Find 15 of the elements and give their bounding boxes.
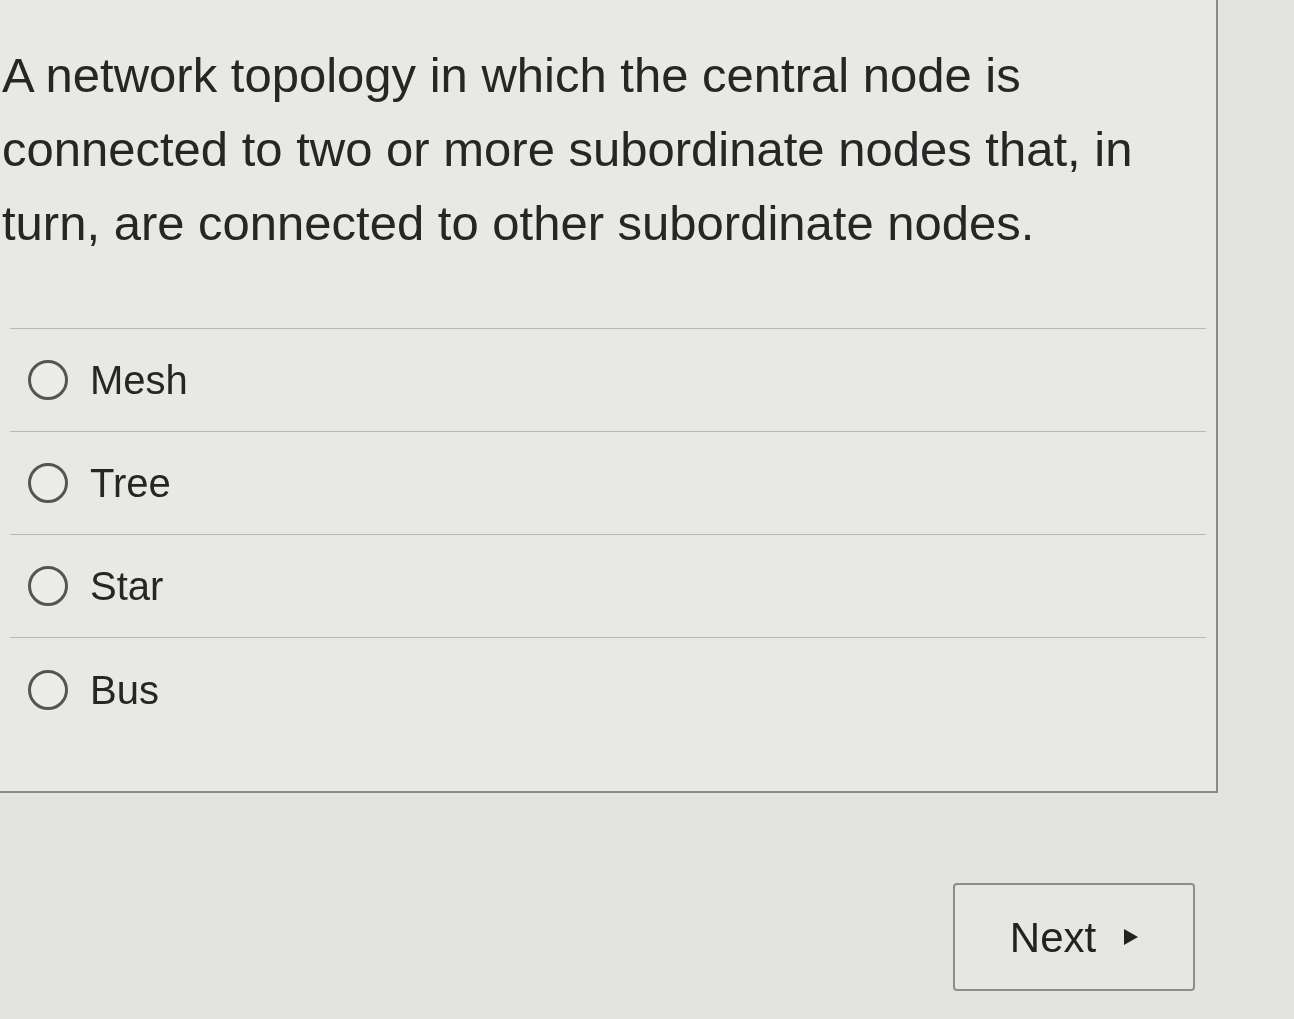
- option-label: Mesh: [90, 357, 188, 404]
- option-label: Bus: [90, 666, 159, 714]
- answer-option[interactable]: Tree: [10, 432, 1206, 535]
- answer-option[interactable]: Mesh: [10, 329, 1206, 432]
- next-button[interactable]: Next: [953, 883, 1195, 991]
- radio-button[interactable]: [28, 566, 68, 606]
- answer-option[interactable]: Bus: [10, 638, 1206, 741]
- caret-right-icon: [1124, 929, 1139, 945]
- answer-option[interactable]: Star: [10, 535, 1206, 638]
- radio-button[interactable]: [28, 669, 68, 710]
- option-label: Star: [90, 563, 164, 610]
- question-text: A network topology in which the central node is connected to two or more subordinate nodes that, in turn, are connected to other subordinate nodes.: [1, 47, 1134, 252]
- radio-button[interactable]: [28, 463, 68, 503]
- option-label: Tree: [90, 460, 171, 507]
- radio-button[interactable]: [28, 360, 68, 400]
